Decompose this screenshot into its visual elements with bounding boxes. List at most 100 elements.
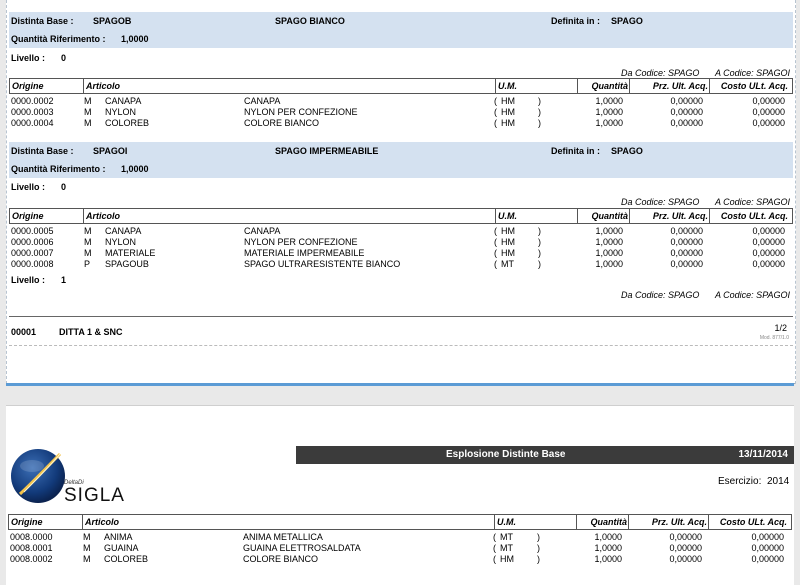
cell-um-open: ( (493, 543, 496, 553)
col-quantita: Quantità (577, 209, 630, 223)
col-costo: Costo ULt. Acq. (709, 79, 790, 93)
cell-prz: 0,00000 (670, 237, 703, 247)
cell-origine: 0000.0005 (11, 226, 54, 236)
cell-descrizione: NYLON PER CONFEZIONE (244, 107, 358, 117)
cell-origine: 0000.0006 (11, 237, 54, 247)
cell-descrizione: MATERIALE IMPERMEABILE (244, 248, 365, 258)
esercizio-label: Esercizio: (718, 476, 762, 487)
definita-value: SPAGO (611, 146, 643, 156)
cell-um: MT (500, 543, 513, 553)
cell-articolo: ANIMA (104, 532, 133, 542)
livello-label: Livello : (11, 53, 46, 63)
cell-tipo: M (84, 107, 92, 117)
table-body: 0000.0002 M CANAPA CANAPA ( HM ) 1,0000 … (7, 96, 795, 132)
table-row: 0000.0002 M CANAPA CANAPA ( HM ) 1,0000 … (7, 96, 795, 107)
cell-quantita: 1,0000 (595, 96, 623, 106)
table-body: 0008.0000 M ANIMA ANIMA METALLICA ( MT )… (6, 532, 794, 568)
da-codice: Da Codice: SPAGO (621, 290, 700, 300)
definita-label: Definita in : (551, 146, 600, 156)
quantita-riferimento-value: 1,0000 (121, 34, 149, 44)
col-costo: Costo ULt. Acq. (709, 209, 790, 223)
sigla-logo-mark-icon (11, 449, 65, 503)
cell-um: HM (500, 554, 514, 564)
col-articolo: Articolo (83, 79, 496, 93)
cell-um-close: ) (537, 532, 540, 542)
company-code: 00001 (11, 327, 37, 337)
cell-costo: 0,00000 (752, 248, 785, 258)
cell-costo: 0,00000 (752, 237, 785, 247)
a-codice: A Codice: SPAGOI (715, 197, 791, 207)
cell-tipo: M (83, 554, 91, 564)
cell-quantita: 1,0000 (594, 554, 622, 564)
report-page-2: DeltaDi SIGLA Esplosione Distinte Base 1… (6, 405, 794, 585)
cell-costo: 0,00000 (752, 107, 785, 117)
cell-um-close: ) (537, 543, 540, 553)
col-prz: Prz. Ult. Acq. (628, 515, 709, 529)
col-prz: Prz. Ult. Acq. (629, 79, 710, 93)
report-title: Esplosione Distinte Base (446, 449, 566, 460)
cell-prz: 0,00000 (669, 554, 702, 564)
cell-um: MT (500, 532, 513, 542)
cell-quantita: 1,0000 (595, 248, 623, 258)
cell-origine: 0000.0004 (11, 118, 54, 128)
cell-um-open: ( (494, 96, 497, 106)
cell-um: HM (501, 96, 515, 106)
col-quantita: Quantità (576, 515, 629, 529)
cell-costo: 0,00000 (751, 543, 784, 553)
cell-um-close: ) (538, 96, 541, 106)
cell-um-open: ( (494, 107, 497, 117)
cell-um-open: ( (494, 259, 497, 269)
cell-prz: 0,00000 (669, 543, 702, 553)
cell-um-open: ( (494, 226, 497, 236)
cell-descrizione: COLORE BIANCO (243, 554, 319, 564)
cell-prz: 0,00000 (670, 259, 703, 269)
table-row: 0008.0001 M GUAINA GUAINA ELETTROSALDATA… (6, 543, 794, 554)
col-prz: Prz. Ult. Acq. (629, 209, 710, 223)
cell-um: HM (501, 226, 515, 236)
definita-label: Definita in : (551, 16, 600, 26)
cell-origine: 0000.0002 (11, 96, 54, 106)
cell-um-close: ) (538, 226, 541, 236)
distinta-label: Distinta Base : (11, 16, 74, 26)
module-code: Mod. 877/1.0 (759, 335, 789, 341)
cell-quantita: 1,0000 (594, 543, 622, 553)
cell-costo: 0,00000 (752, 118, 785, 128)
col-origine: Origine (11, 517, 43, 527)
table-row: 0008.0000 M ANIMA ANIMA METALLICA ( MT )… (6, 532, 794, 543)
cell-um-open: ( (494, 118, 497, 128)
cell-descrizione: NYLON PER CONFEZIONE (244, 237, 358, 247)
report-title-bar: Esplosione Distinte Base 13/11/2014 (296, 446, 794, 464)
cell-articolo: GUAINA (104, 543, 139, 553)
distinta-label: Distinta Base : (11, 146, 74, 156)
report-page-1: Distinta Base : SPAGOB SPAGO BIANCO Defi… (6, 0, 796, 384)
col-articolo: Articolo (83, 209, 496, 223)
da-codice: Da Codice: SPAGO (621, 68, 700, 78)
distinta-code: SPAGOI (93, 146, 128, 156)
page-separator (6, 383, 794, 386)
col-articolo: Articolo (82, 515, 495, 529)
cell-um-open: ( (493, 532, 496, 542)
cell-origine: 0008.0002 (10, 554, 53, 564)
cell-um: MT (501, 259, 514, 269)
table-row: 0000.0006 M NYLON NYLON PER CONFEZIONE (… (7, 237, 795, 248)
distinta-code: SPAGOB (93, 16, 132, 26)
da-codice: Da Codice: SPAGO (621, 197, 700, 207)
esercizio-value: 2014 (767, 476, 790, 487)
cell-um: HM (501, 118, 515, 128)
cell-origine: 0000.0007 (11, 248, 54, 258)
cell-quantita: 1,0000 (595, 259, 623, 269)
table-header: Origine Articolo U.M. Quantità Prz. Ult.… (8, 514, 792, 530)
footer-dash-rule (9, 345, 793, 346)
table-row: 0000.0008 P SPAGOUB SPAGO ULTRARESISTENT… (7, 259, 795, 270)
cell-um-close: ) (538, 107, 541, 117)
a-codice: A Codice: SPAGOI (715, 290, 791, 300)
cell-quantita: 1,0000 (595, 226, 623, 236)
cell-origine: 0000.0008 (11, 259, 54, 269)
quantita-riferimento-label: Quantità Riferimento : (11, 164, 106, 174)
table-row: 0008.0002 M COLOREB COLORE BIANCO ( HM )… (6, 554, 794, 565)
table-row: 0000.0004 M COLOREB COLORE BIANCO ( HM )… (7, 118, 795, 129)
cell-descrizione: SPAGO ULTRARESISTENTE BIANCO (244, 259, 401, 269)
livello-value: 0 (61, 53, 67, 63)
cell-quantita: 1,0000 (595, 107, 623, 117)
definita-value: SPAGO (611, 16, 643, 26)
